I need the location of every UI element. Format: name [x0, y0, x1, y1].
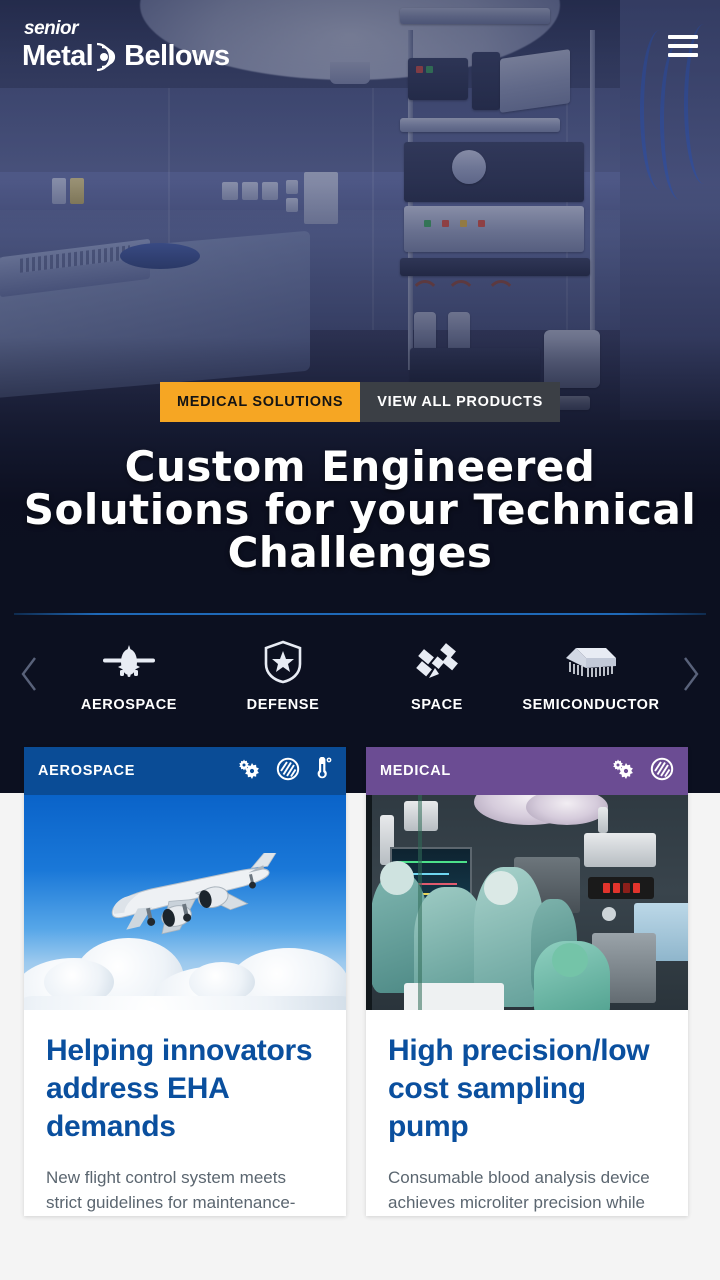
industry-carousel: AEROSPACE DEFENSE SPACE SEMICONDUCTOR — [0, 613, 720, 747]
hero-button-group: MEDICAL SOLUTIONS VIEW ALL PRODUCTS — [0, 382, 720, 422]
logo-metal-text: Metal — [22, 40, 94, 72]
card-description: New flight control system meets strict g… — [46, 1168, 296, 1213]
industry-label: AEROSPACE — [80, 697, 178, 713]
card-aerospace[interactable]: AEROSPACE Helping innovators address EHA… — [24, 747, 346, 1217]
card-category-label: AEROSPACE — [38, 763, 136, 779]
card-medical[interactable]: MEDICAL High precision/low cost sampling… — [366, 747, 688, 1217]
gears-icon — [610, 758, 636, 785]
industry-item-defense[interactable]: DEFENSE — [208, 639, 358, 713]
top-navigation-bar: senior Metal Bellows — [0, 0, 720, 92]
hero-section: senior Metal Bellows MEDICAL SOLUTIONS V… — [0, 0, 720, 613]
chevron-right-icon[interactable] — [668, 639, 712, 709]
thermometer-icon — [314, 756, 332, 786]
card-header: AEROSPACE — [24, 747, 346, 795]
card-header: MEDICAL — [366, 747, 688, 795]
industry-item-aerospace[interactable]: AEROSPACE — [54, 639, 204, 713]
logo-senior-text: senior — [24, 17, 79, 39]
chevron-left-icon[interactable] — [8, 639, 52, 709]
gears-icon — [236, 758, 262, 785]
site-logo[interactable]: senior Metal Bellows — [22, 19, 230, 74]
medical-solutions-button[interactable]: MEDICAL SOLUTIONS — [159, 382, 361, 422]
satellite-icon — [415, 639, 459, 685]
bellows-swoosh-icon — [93, 40, 123, 74]
industry-divider — [14, 613, 706, 615]
content-cards-section: AEROSPACE Helping innovators address EHA… — [0, 747, 720, 1280]
airplane-icon — [101, 639, 157, 685]
industry-item-semiconductor[interactable]: SEMICONDUCTOR — [516, 639, 666, 713]
card-description: Consumable blood analysis device achieve… — [388, 1168, 650, 1213]
shield-star-icon — [263, 639, 303, 685]
card-title: Helping innovators address EHA demands — [46, 1034, 313, 1144]
logo-bellows-text: Bellows — [124, 40, 230, 72]
card-image-aerospace — [24, 795, 346, 1010]
bellows-icon — [650, 757, 674, 786]
industry-label: SEMICONDUCTOR — [522, 697, 660, 713]
industry-label: DEFENSE — [246, 697, 320, 713]
card-category-label: MEDICAL — [380, 763, 451, 779]
hero-headline: Custom Engineered Solutions for your Tec… — [23, 442, 697, 577]
hamburger-menu-icon[interactable] — [668, 35, 698, 57]
hero-content: MEDICAL SOLUTIONS VIEW ALL PRODUCTS Cust… — [0, 382, 720, 574]
view-all-products-button[interactable]: VIEW ALL PRODUCTS — [360, 382, 561, 422]
industry-label: SPACE — [411, 697, 463, 713]
bellows-icon — [276, 757, 300, 786]
card-title: High precision/low cost sampling pump — [388, 1034, 650, 1144]
microchip-icon — [562, 639, 620, 685]
card-image-medical — [366, 795, 688, 1010]
industry-item-space[interactable]: SPACE — [362, 639, 512, 713]
